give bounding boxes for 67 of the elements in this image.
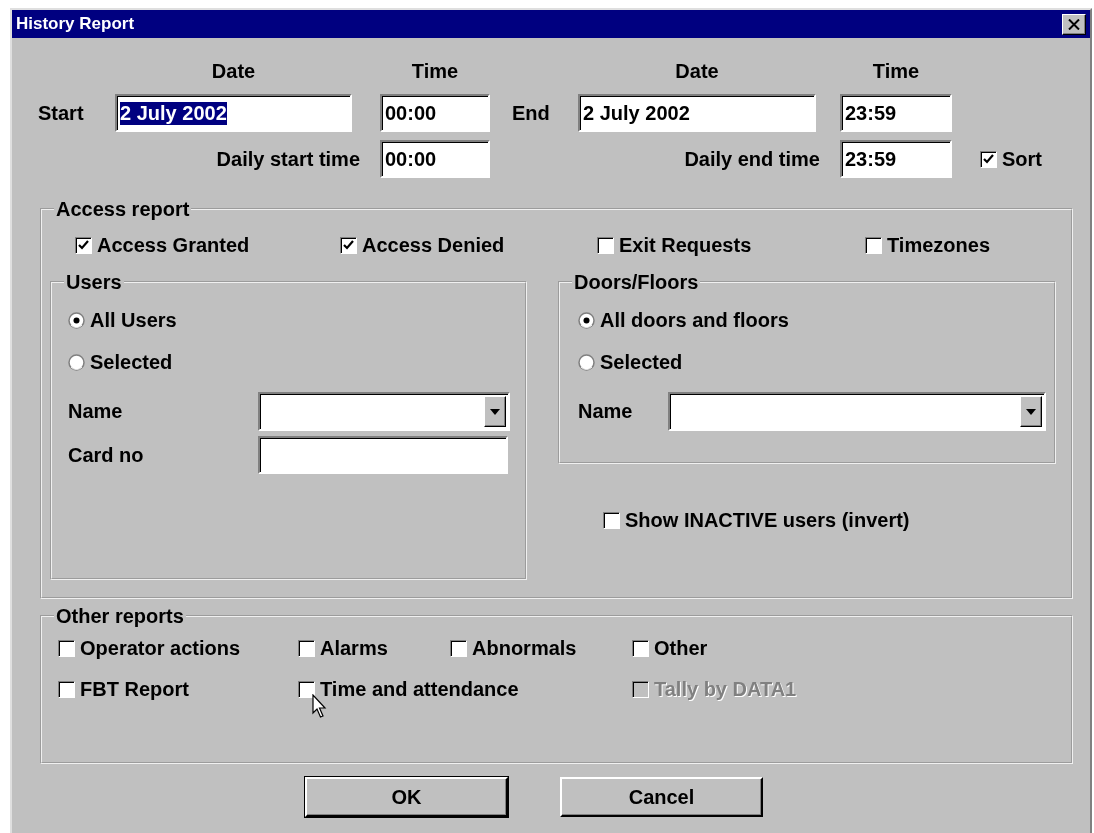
field-label: Name [68, 400, 124, 423]
column-header: Date [675, 59, 719, 83]
checkbox-label: Other [654, 636, 708, 660]
checkbox-label: Alarms [320, 636, 388, 660]
cursor-icon [312, 694, 328, 720]
checkbox-label: Show INACTIVE users (invert) [625, 508, 910, 532]
checkbox-label: Sort [1002, 147, 1042, 171]
field-label: Name [578, 400, 634, 423]
group-title: Access report [55, 197, 191, 221]
checkbox[interactable] [597, 236, 614, 254]
time-field[interactable]: 23:59 [840, 140, 952, 178]
radio-button[interactable] [68, 311, 85, 329]
close-icon [1068, 18, 1080, 30]
field-label: Card no [68, 443, 145, 467]
time-field[interactable]: 00:00 [380, 140, 490, 178]
column-header: Date [211, 59, 256, 83]
checkbox[interactable] [450, 639, 467, 657]
checkbox[interactable] [603, 511, 620, 529]
checkbox-label: Access Denied [362, 233, 505, 257]
checkbox[interactable] [865, 236, 882, 254]
date-field[interactable]: 2 July 2002 [115, 94, 352, 132]
radio-button[interactable] [578, 311, 595, 329]
dropdown-button[interactable] [484, 396, 506, 427]
time-field[interactable]: 00:00 [380, 94, 490, 132]
field-label: Daily end time [684, 147, 821, 171]
window-title: History Report [16, 14, 135, 34]
field-label: Daily start time [216, 147, 361, 171]
group-title: Users [65, 270, 123, 294]
group-title: Other reports [55, 604, 185, 628]
checkbox-label: Timezones [887, 233, 990, 257]
checkbox-label: Abnormals [472, 636, 577, 660]
group-title: Doors/Floors [573, 270, 700, 294]
checkbox[interactable] [298, 639, 315, 657]
checkbox[interactable] [58, 639, 75, 657]
dropdown-button[interactable] [1020, 396, 1042, 427]
radio-label: All Users [90, 308, 177, 332]
radio-label: Selected [600, 350, 683, 374]
checkbox[interactable] [298, 680, 315, 698]
checkbox[interactable] [340, 236, 357, 254]
checkbox-label: Access Granted [97, 233, 250, 257]
checkbox-label: Time and attendance [320, 677, 519, 701]
checkbox[interactable] [980, 150, 997, 168]
time-field[interactable]: 23:59 [840, 94, 952, 132]
checkbox-label: FBT Report [80, 677, 189, 701]
checkbox-label: Tally by DATA1 [654, 677, 797, 701]
cancel-button[interactable]: Cancel [560, 777, 763, 817]
start-label: Start [38, 101, 85, 125]
date-field[interactable]: 2 July 2002 [578, 94, 816, 132]
checkbox[interactable] [75, 236, 92, 254]
close-button[interactable] [1062, 13, 1086, 35]
checkbox-label: Exit Requests [619, 233, 752, 257]
radio-button[interactable] [68, 353, 85, 371]
input-field[interactable] [258, 436, 508, 474]
ok-button[interactable]: OK [305, 777, 508, 817]
checkbox[interactable] [632, 639, 649, 657]
radio-button[interactable] [578, 353, 595, 371]
caret-icon [1026, 408, 1036, 415]
radio-label: All doors and floors [600, 308, 789, 332]
caret-icon [490, 408, 500, 415]
dropdown-field[interactable] [668, 392, 1046, 431]
column-header: Time [411, 59, 459, 83]
dropdown-field[interactable] [258, 392, 510, 431]
column-header: Time [872, 59, 920, 83]
end-label: End [511, 101, 551, 125]
radio-label: Selected [90, 350, 173, 374]
checkbox[interactable] [58, 680, 75, 698]
checkbox-label: Operator actions [80, 636, 241, 660]
